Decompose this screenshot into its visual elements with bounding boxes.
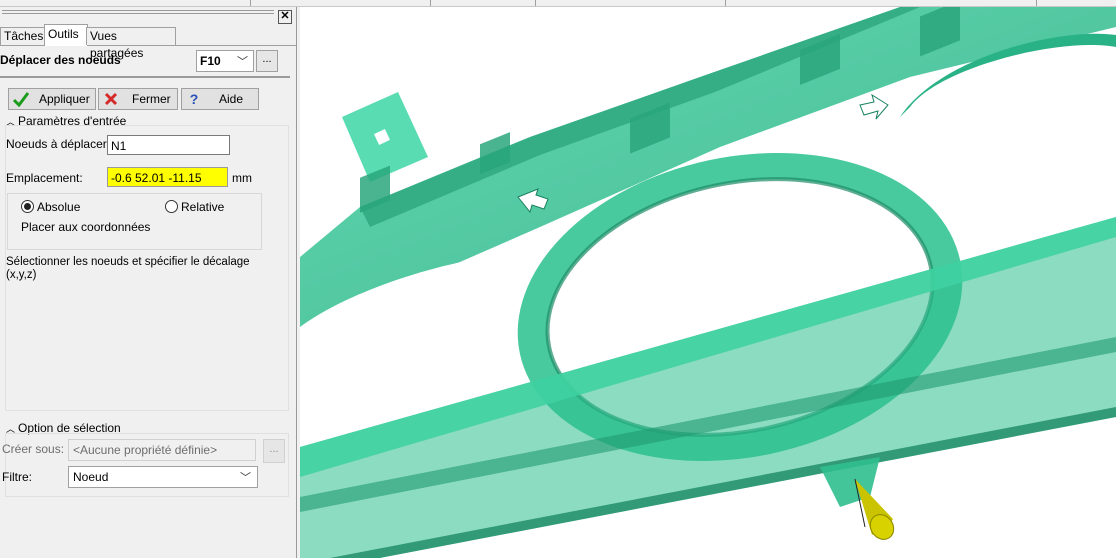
close-button[interactable]: Fermer — [98, 88, 178, 110]
create-under-button: ... — [263, 439, 285, 463]
filter-value: Noeud — [73, 470, 109, 484]
location-label: Emplacement: — [6, 171, 83, 185]
close-panel-icon[interactable]: ✕ — [278, 10, 292, 24]
node-cone-pointer — [854, 478, 895, 540]
command-more-button[interactable]: ... — [256, 50, 278, 72]
tab-outils[interactable]: Outils — [44, 24, 88, 46]
command-name: Déplacer des noeuds — [0, 53, 121, 67]
chevron-down-icon: ﹀ — [240, 472, 251, 484]
hint-text-2: (x,y,z) — [6, 269, 37, 281]
apply-button[interactable]: Appliquer — [8, 88, 96, 110]
nodes-input[interactable]: N1 — [107, 135, 230, 155]
placer-label: Placer aux coordonnées — [21, 220, 151, 234]
nodes-label: Noeuds à déplacer: — [6, 137, 111, 151]
tools-panel: ✕ Tâches Outils Vues partagées Déplacer … — [0, 7, 297, 558]
chevron-down-icon: ﹀ — [237, 56, 248, 68]
create-under-label: Créer sous: — [2, 442, 65, 456]
shortcut-combo[interactable]: F10 ﹀ — [196, 50, 254, 72]
relative-label: Relative — [181, 200, 225, 214]
close-label: Fermer — [132, 92, 171, 106]
command-row: Déplacer des noeuds F10 ﹀ ... — [0, 50, 296, 72]
tab-taches[interactable]: Tâches — [0, 27, 46, 45]
unit-label: mm — [232, 171, 252, 185]
relative-radio[interactable] — [165, 200, 178, 213]
help-label: Aide — [219, 92, 244, 106]
tab-vues-partagees[interactable]: Vues partagées — [86, 27, 176, 60]
divider — [0, 76, 290, 78]
filter-label: Filtre: — [2, 470, 32, 484]
apply-label: Appliquer — [39, 92, 90, 106]
x-icon — [104, 92, 118, 106]
check-icon — [13, 92, 29, 107]
3d-viewport[interactable] — [300, 7, 1116, 558]
help-button[interactable]: ? Aide — [181, 88, 259, 110]
panel-tabs: Tâches Outils Vues partagées — [0, 24, 296, 60]
move-arrow-right-icon — [859, 93, 889, 120]
absolute-label: Absolue — [37, 200, 81, 214]
shortcut-value: F10 — [200, 54, 221, 68]
location-input[interactable]: -0.6 52.01 -11.15 — [107, 167, 228, 187]
absolute-radio[interactable] — [21, 200, 34, 213]
top-strip — [0, 0, 1116, 7]
panel-grip[interactable] — [0, 9, 274, 17]
model-render — [300, 7, 1116, 558]
filter-select[interactable]: Noeud ﹀ — [68, 466, 258, 488]
create-under-field: <Aucune propriété définie> — [68, 439, 256, 461]
question-icon: ? — [189, 91, 199, 107]
hint-text: Sélectionner les noeuds et spécifier le … — [6, 256, 250, 268]
